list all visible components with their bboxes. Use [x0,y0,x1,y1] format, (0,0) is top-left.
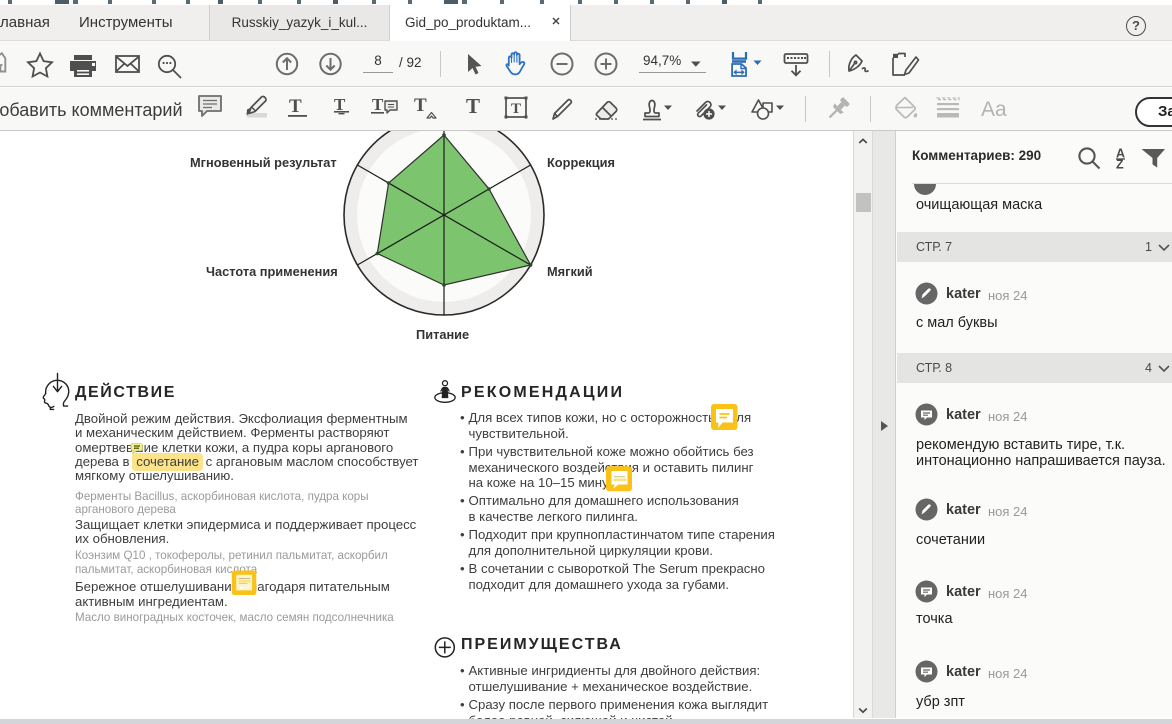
svg-text:T: T [511,101,521,117]
svg-text:T: T [414,95,427,116]
svg-text:Aa: Aa [981,98,1007,121]
svg-text:T: T [289,96,302,117]
svg-text:T: T [372,95,384,114]
svg-text:T: T [466,94,480,118]
